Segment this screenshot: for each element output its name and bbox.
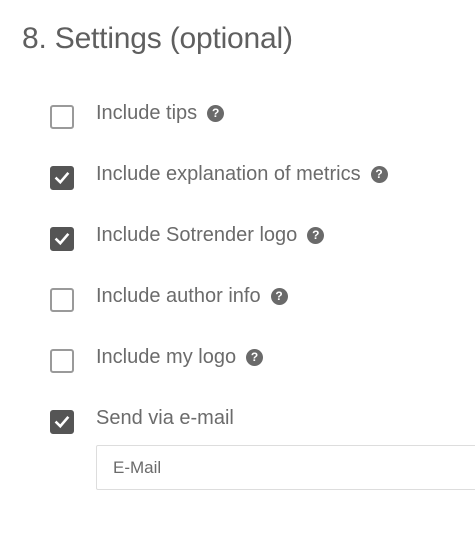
checkmark-icon [54,171,70,185]
email-field[interactable] [96,445,475,490]
include-tips-checkbox[interactable] [50,105,74,129]
question-circle-icon[interactable]: ? [307,227,325,244]
question-circle-icon[interactable]: ? [246,349,264,366]
include-tips-label[interactable]: Include tips? [96,102,225,125]
include-my-logo-checkbox[interactable] [50,349,74,373]
include-explanation-label[interactable]: Include explanation of metrics? [96,163,388,186]
question-circle-icon[interactable]: ? [370,166,388,183]
include-author-info-label[interactable]: Include author info? [96,285,288,308]
section-title: 8. Settings (optional) [22,22,293,55]
include-author-info-checkbox[interactable] [50,288,74,312]
option-include-tips: Include tips? [50,98,475,159]
include-sotrender-logo-checkbox[interactable] [50,227,74,251]
option-include-explanation-of-metrics: Include explanation of metrics? [50,159,475,220]
include-explanation-checkbox[interactable] [50,166,74,190]
checkmark-icon [54,415,70,429]
question-circle-icon[interactable]: ? [207,105,225,122]
question-circle-icon[interactable]: ? [270,288,288,305]
include-sotrender-logo-label[interactable]: Include Sotrender logo? [96,224,325,247]
option-include-my-logo: Include my logo? [50,342,475,403]
option-include-sotrender-logo: Include Sotrender logo? [50,220,475,281]
checkmark-icon [54,232,70,246]
settings-options: Include tips? Include explanation of met… [50,98,475,464]
send-via-email-checkbox[interactable] [50,410,74,434]
include-my-logo-label[interactable]: Include my logo? [96,346,264,369]
send-via-email-label[interactable]: Send via e-mail [96,407,234,430]
option-include-author-info: Include author info? [50,281,475,342]
